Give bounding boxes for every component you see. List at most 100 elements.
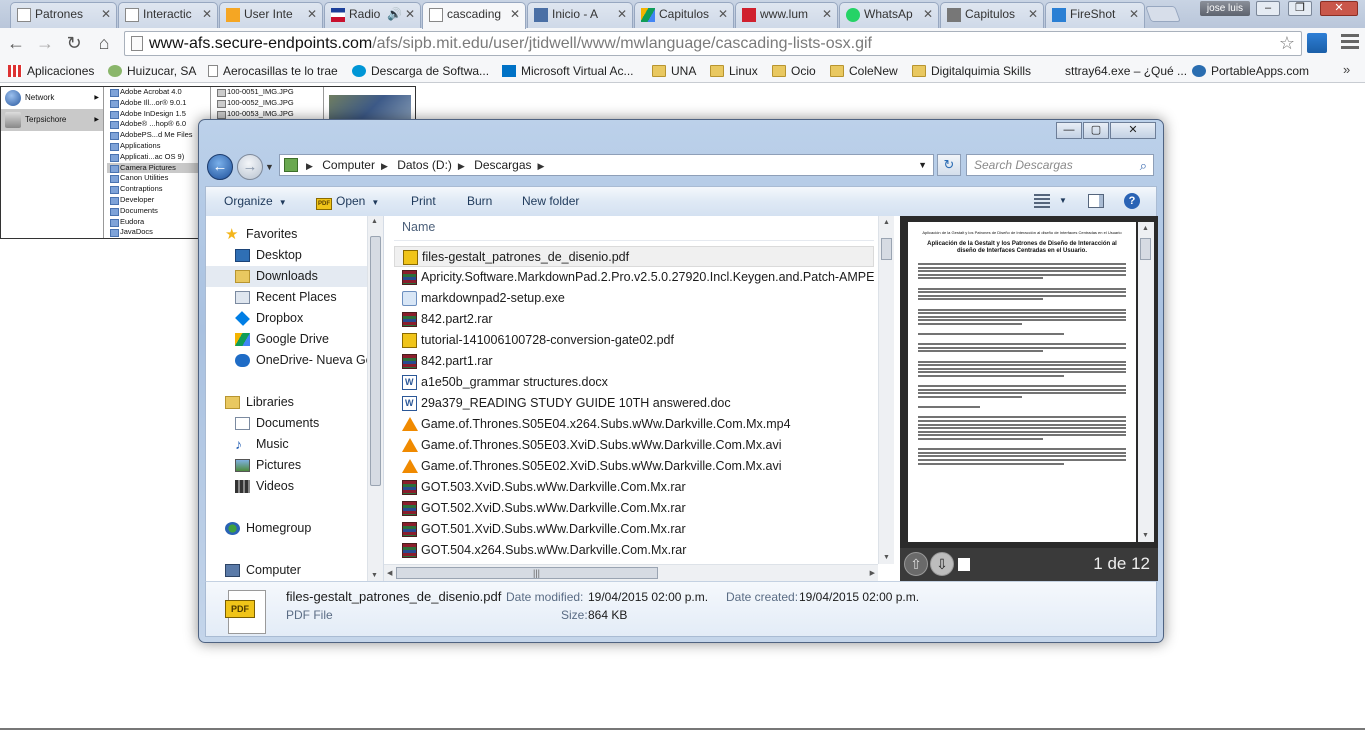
tab-lum[interactable]: www.lum ✕	[735, 2, 838, 28]
file-list-horizontal-scrollbar[interactable]: ◀ ||| ▶	[384, 564, 878, 581]
new-tab-button[interactable]	[1145, 6, 1181, 22]
breadcrumb-drive[interactable]: Datos (D:)	[397, 158, 452, 172]
organize-button[interactable]: Organize ▼	[224, 187, 287, 215]
scroll-down-icon[interactable]: ▼	[1142, 532, 1149, 539]
page-thumbnail-icon[interactable]	[958, 558, 970, 571]
user-profile-badge[interactable]: jose luis	[1200, 1, 1250, 16]
change-view-icon[interactable]	[1034, 194, 1050, 208]
file-row[interactable]: tutorial-141006100728-conversion-gate02.…	[394, 330, 874, 351]
file-row[interactable]: Game.of.Thrones.S05E03.XviD.Subs.wWw.Dar…	[394, 435, 874, 456]
tab-interaction[interactable]: Interactic ✕	[118, 2, 218, 28]
print-button[interactable]: Print	[411, 187, 436, 215]
scrollbar-thumb[interactable]: |||	[396, 567, 658, 579]
close-tab-icon[interactable]: ✕	[510, 3, 520, 25]
restore-window-button[interactable]: ❐	[1288, 1, 1312, 16]
bookmark-microsoft-virtual[interactable]: Microsoft Virtual Ac...	[502, 62, 633, 80]
nav-downloads[interactable]: Downloads	[206, 266, 368, 287]
chevron-right-icon[interactable]: ▶	[538, 161, 545, 171]
scroll-up-icon[interactable]: ▲	[371, 218, 378, 225]
nav-libraries[interactable]: Libraries	[206, 392, 368, 413]
explorer-minimize-button[interactable]: —	[1056, 122, 1082, 139]
minimize-window-button[interactable]: –	[1256, 1, 1280, 16]
scroll-up-icon[interactable]: ▲	[883, 219, 890, 226]
bookmark-folder-digitalquimia[interactable]: Digitalquimia Skills	[912, 62, 1031, 80]
bookmark-apps[interactable]: Aplicaciones	[8, 62, 94, 80]
tab-capitulos-drive[interactable]: Capitulos ✕	[634, 2, 734, 28]
file-row[interactable]: GOT.502.XviD.Subs.wWw.Darkville.Com.Mx.r…	[394, 498, 874, 519]
tab-radio[interactable]: Radio 🔊 ✕	[324, 2, 421, 28]
nav-homegroup[interactable]: Homegroup	[206, 518, 368, 539]
file-list-vertical-scrollbar[interactable]: ▲ ▼	[878, 216, 894, 564]
bookmark-huizucar[interactable]: Huizucar, SA	[108, 62, 196, 80]
close-window-button[interactable]: ✕	[1320, 1, 1358, 16]
chrome-menu-icon[interactable]	[1341, 34, 1359, 50]
address-history-dropdown-icon[interactable]: ▼	[918, 155, 927, 175]
breadcrumb-descargas[interactable]: Descargas	[474, 158, 531, 172]
chevron-right-icon[interactable]: ▶	[306, 161, 313, 171]
file-row[interactable]: a1e50b_grammar structures.docx	[394, 372, 874, 393]
back-arrow-icon[interactable]: ←	[4, 32, 28, 54]
close-tab-icon[interactable]: ✕	[307, 3, 317, 25]
file-row[interactable]: Game.of.Thrones.S05E02.XviD.Subs.wWw.Dar…	[394, 456, 874, 477]
close-tab-icon[interactable]: ✕	[617, 3, 627, 25]
tab-capitulos[interactable]: Capitulos ✕	[940, 2, 1044, 28]
chevron-right-icon[interactable]: ▶	[381, 161, 388, 171]
scroll-up-icon[interactable]: ▲	[1142, 225, 1149, 232]
close-tab-icon[interactable]: ✕	[202, 3, 212, 25]
nav-favorites[interactable]: ★ Favorites	[206, 224, 368, 245]
burn-button[interactable]: Burn	[467, 187, 492, 215]
tab-patrones[interactable]: Patrones ✕	[10, 2, 117, 28]
file-row[interactable]: markdownpad2-setup.exe	[394, 288, 874, 309]
file-row[interactable]: 29a379_READING STUDY GUIDE 10TH answered…	[394, 393, 874, 414]
details-created-value[interactable]: 19/04/2015 02:00 p.m.	[799, 590, 919, 604]
close-tab-icon[interactable]: ✕	[923, 3, 933, 25]
file-row[interactable]: GOT.503.XviD.Subs.wWw.Darkville.Com.Mx.r…	[394, 477, 874, 498]
nav-documents[interactable]: Documents	[206, 413, 368, 434]
navigation-pane-scrollbar[interactable]: ▲ ▼	[367, 216, 383, 581]
tab-fireshot[interactable]: FireShot ✕	[1045, 2, 1145, 28]
bookmark-star-icon[interactable]: ☆	[1279, 32, 1295, 55]
nav-desktop[interactable]: Desktop	[206, 245, 368, 266]
forward-arrow-icon[interactable]: →	[237, 154, 263, 180]
nav-music[interactable]: ♪ Music	[206, 434, 368, 455]
nav-onedrive[interactable]: OneDrive- Nueva Gen	[206, 350, 380, 371]
search-icon[interactable]: ⌕	[1140, 156, 1147, 176]
previous-page-icon[interactable]: ⇧	[904, 552, 928, 576]
file-row[interactable]: 842.part2.rar	[394, 309, 874, 330]
file-row[interactable]: 842.part1.rar	[394, 351, 874, 372]
bookmark-aerocasillas[interactable]: Aerocasillas te lo trae	[208, 62, 338, 80]
scroll-down-icon[interactable]: ▼	[883, 554, 890, 561]
nav-videos[interactable]: Videos	[206, 476, 368, 497]
view-options-dropdown-icon[interactable]: ▼	[1059, 187, 1067, 215]
scrollbar-thumb[interactable]	[370, 236, 381, 486]
home-icon[interactable]: ⌂	[92, 32, 116, 54]
scrollbar-thumb[interactable]	[881, 238, 892, 260]
address-bar[interactable]: www-afs.secure-endpoints.com/afs/sipb.mi…	[124, 31, 1302, 56]
nav-recent-places[interactable]: Recent Places	[206, 287, 368, 308]
file-row[interactable]: files-gestalt_patrones_de_disenio.pdf	[394, 246, 874, 267]
file-row[interactable]: Apricity.Software.MarkdownPad.2.Pro.v2.5…	[394, 267, 874, 288]
close-tab-icon[interactable]: ✕	[405, 3, 415, 25]
explorer-maximize-button[interactable]: ▢	[1083, 122, 1109, 139]
new-folder-button[interactable]: New folder	[522, 187, 579, 215]
next-page-icon[interactable]: ⇩	[930, 552, 954, 576]
file-row[interactable]: Game.of.Thrones.S05E04.x264.Subs.wWw.Dar…	[394, 414, 874, 435]
explorer-address-bar[interactable]: ▶ Computer ▶ Datos (D:) ▶ Descargas ▶ ▼	[279, 154, 934, 176]
scroll-left-icon[interactable]: ◀	[387, 569, 392, 577]
nav-dropbox[interactable]: Dropbox	[206, 308, 368, 329]
close-tab-icon[interactable]: ✕	[101, 3, 111, 25]
extension-icon[interactable]	[1307, 33, 1327, 53]
close-tab-icon[interactable]: ✕	[1129, 3, 1139, 25]
refresh-icon[interactable]: ↻	[937, 154, 961, 176]
file-row[interactable]: GOT.501.XviD.Subs.wWw.Darkville.Com.Mx.r…	[394, 519, 874, 540]
bookmark-folder-una[interactable]: UNA	[652, 62, 696, 80]
preview-pane-icon[interactable]	[1088, 194, 1104, 208]
scroll-right-icon[interactable]: ▶	[870, 569, 875, 577]
open-button[interactable]: PDF Open ▼	[316, 187, 379, 215]
speaker-icon[interactable]: 🔊	[387, 3, 402, 25]
reload-icon[interactable]: ↻	[62, 32, 86, 54]
details-modified-value[interactable]: 19/04/2015 02:00 p.m.	[588, 590, 708, 604]
explorer-search-input[interactable]: Search Descargas ⌕	[966, 154, 1154, 176]
scrollbar-thumb[interactable]	[1140, 238, 1151, 260]
close-tab-icon[interactable]: ✕	[1028, 3, 1038, 25]
